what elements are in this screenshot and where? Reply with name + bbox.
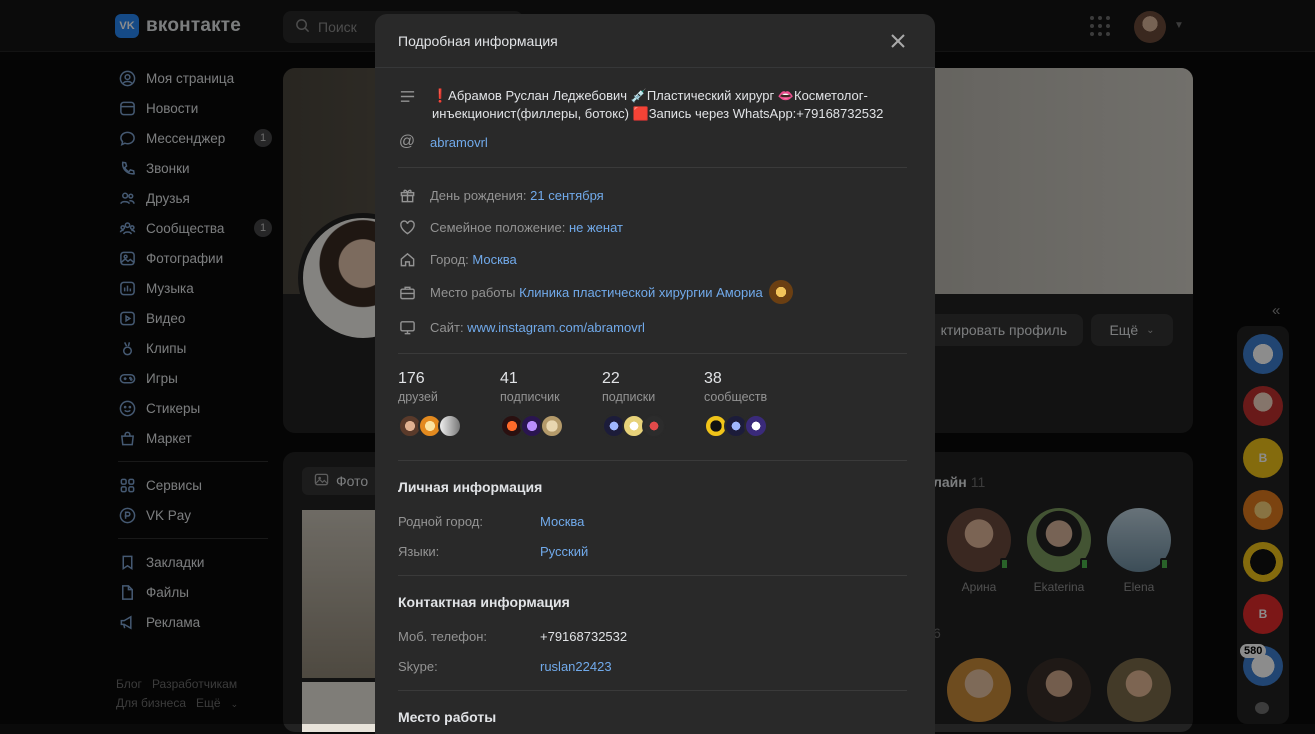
counter-label: подписки bbox=[602, 390, 656, 404]
skype-row: Skype: ruslan22423 bbox=[398, 659, 612, 674]
skype-label: Skype: bbox=[398, 659, 438, 674]
counter-label: друзей bbox=[398, 390, 438, 404]
monitor-icon bbox=[398, 318, 416, 336]
gift-icon bbox=[398, 186, 416, 204]
city-label: Город: bbox=[430, 251, 469, 267]
briefcase-icon bbox=[398, 283, 416, 301]
skype-link[interactable]: ruslan22423 bbox=[540, 659, 612, 674]
site-row: Сайт: www.instagram.com/abramovrl bbox=[398, 318, 645, 336]
birthday-label: День рождения: bbox=[430, 187, 527, 203]
divider bbox=[398, 690, 907, 691]
birthday-row: День рождения: 21 сентября bbox=[398, 186, 604, 204]
details-modal: Подробная информация ❗Абрамов Руслан Лед… bbox=[375, 14, 935, 734]
counter-subscriptions[interactable]: 22 подписки bbox=[602, 370, 702, 438]
hometown-row: Родной город: Москва bbox=[398, 514, 584, 529]
divider bbox=[398, 460, 907, 461]
languages-row: Языки: Русский bbox=[398, 544, 588, 559]
family-link[interactable]: не женат bbox=[569, 220, 623, 235]
counter-value: 41 bbox=[500, 370, 518, 387]
phone-label: Моб. телефон: bbox=[398, 629, 488, 644]
languages-label: Языки: bbox=[398, 544, 440, 559]
site-label: Сайт: bbox=[430, 319, 464, 335]
counter-value: 38 bbox=[704, 370, 722, 387]
counter-avatars bbox=[398, 414, 498, 438]
username-link[interactable]: abramovrl bbox=[430, 135, 488, 150]
bio-row: ❗Абрамов Руслан Леджебович 💉Пластический… bbox=[398, 87, 918, 123]
phone-value: +79168732532 bbox=[540, 629, 628, 644]
phone-row: Моб. телефон: +79168732532 bbox=[398, 629, 627, 644]
close-icon[interactable] bbox=[889, 32, 907, 50]
workplace-title: Место работы bbox=[398, 709, 497, 725]
divider bbox=[398, 575, 907, 576]
username-row: @ abramovrl bbox=[398, 133, 488, 151]
counter-label: подписчик bbox=[500, 390, 560, 404]
site-link[interactable]: www.instagram.com/abramovrl bbox=[467, 320, 645, 335]
counter-avatars bbox=[704, 414, 804, 438]
counter-communities[interactable]: 38 сообществ bbox=[704, 370, 804, 438]
work-link[interactable]: Клиника пластической хирургии Амориа bbox=[519, 285, 763, 300]
family-row: Семейное положение: не женат bbox=[398, 218, 623, 236]
work-label: Место работы bbox=[430, 284, 516, 300]
personal-info-title: Личная информация bbox=[398, 479, 543, 495]
contact-info-title: Контактная информация bbox=[398, 594, 570, 610]
counter-followers[interactable]: 41 подписчик bbox=[500, 370, 600, 438]
divider bbox=[398, 353, 907, 354]
counter-avatars bbox=[500, 414, 600, 438]
counter-friends[interactable]: 176 друзей bbox=[398, 370, 498, 438]
counter-value: 22 bbox=[602, 370, 620, 387]
city-link[interactable]: Москва bbox=[472, 252, 516, 267]
hometown-link[interactable]: Москва bbox=[540, 514, 584, 529]
divider bbox=[398, 167, 907, 168]
heart-icon bbox=[398, 218, 416, 236]
bio-text: ❗Абрамов Руслан Леджебович 💉Пластический… bbox=[432, 88, 884, 121]
hometown-label: Родной город: bbox=[398, 514, 483, 529]
family-label: Семейное положение: bbox=[430, 219, 566, 235]
modal-title: Подробная информация bbox=[375, 14, 935, 68]
work-logo[interactable] bbox=[768, 280, 793, 304]
home-icon bbox=[398, 250, 416, 268]
text-lines-icon bbox=[398, 87, 416, 105]
counter-label: сообществ bbox=[704, 390, 768, 404]
counter-avatars bbox=[602, 414, 702, 438]
counter-value: 176 bbox=[398, 370, 425, 387]
city-row: Город: Москва bbox=[398, 250, 517, 268]
work-row: Место работы Клиника пластической хирург… bbox=[398, 280, 793, 304]
at-icon: @ bbox=[398, 133, 416, 150]
birthday-link[interactable]: 21 сентября bbox=[530, 188, 604, 203]
languages-link[interactable]: Русский bbox=[540, 544, 588, 559]
